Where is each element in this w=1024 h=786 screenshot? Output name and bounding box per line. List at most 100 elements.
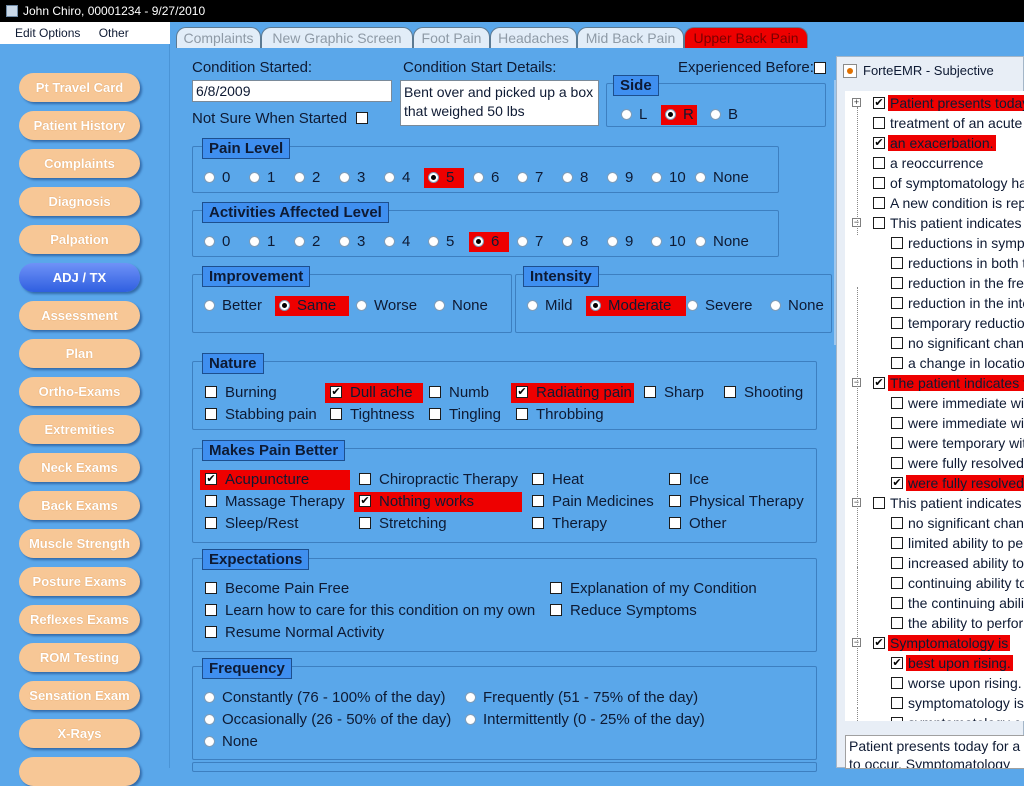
radio-circle[interactable] xyxy=(562,236,573,247)
tab-foot-pain[interactable]: Foot Pain xyxy=(413,27,490,49)
frequency-option-frequently-51-75-of-the-day[interactable]: Frequently (51 - 75% of the day) xyxy=(461,688,698,708)
expectations-option-explanation-of-my-condition[interactable]: Explanation of my Condition xyxy=(545,579,757,599)
checkbox[interactable] xyxy=(205,495,217,507)
improvement-option-same[interactable]: Same xyxy=(275,296,349,316)
nav-button-complaints[interactable]: Complaints xyxy=(19,149,140,178)
improvement-option-better[interactable]: Better xyxy=(200,296,262,316)
frequency-option-constantly-76-100-of-the-day[interactable]: Constantly (76 - 100% of the day) xyxy=(200,688,445,708)
intensity-option-mild[interactable]: Mild xyxy=(523,296,573,316)
tree-node[interactable]: reductions in symp xyxy=(891,233,1024,253)
tree-checkbox[interactable] xyxy=(891,517,903,529)
nav-button-adj-tx[interactable]: ADJ / TX xyxy=(19,263,140,292)
frequency-option-intermittently-0-25-of-the-day[interactable]: Intermittently (0 - 25% of the day) xyxy=(461,710,705,730)
nav-button-ortho-exams[interactable]: Ortho-Exams xyxy=(19,377,140,406)
tree-node[interactable]: reductions in both t xyxy=(891,253,1024,273)
checkbox[interactable] xyxy=(205,626,217,638)
makes-pain-better-option-sleep-rest[interactable]: Sleep/Rest xyxy=(200,514,298,534)
checkbox[interactable] xyxy=(532,495,544,507)
makes-pain-better-option-heat[interactable]: Heat xyxy=(527,470,584,490)
pain-level-option-8[interactable]: 8 xyxy=(558,168,588,188)
radio-circle[interactable] xyxy=(590,300,601,311)
tab-new-graphic-screen[interactable]: New Graphic Screen xyxy=(261,27,413,49)
nature-option-stabbing-pain[interactable]: Stabbing pain xyxy=(200,405,317,425)
tree-node[interactable]: continuing ability to xyxy=(891,573,1024,593)
nature-option-throbbing[interactable]: Throbbing xyxy=(511,405,604,425)
tree-checkbox[interactable] xyxy=(891,677,903,689)
tree-checkbox[interactable] xyxy=(891,277,903,289)
radio-circle[interactable] xyxy=(695,236,706,247)
tree-node[interactable]: the continuing abilit xyxy=(891,593,1024,613)
checkbox[interactable] xyxy=(669,517,681,529)
checkbox[interactable] xyxy=(644,386,656,398)
pain-level-option-9[interactable]: 9 xyxy=(603,168,633,188)
radio-circle[interactable] xyxy=(465,714,476,725)
radio-circle[interactable] xyxy=(204,736,215,747)
tree-checkbox[interactable] xyxy=(891,297,903,309)
tree-checkbox[interactable] xyxy=(891,317,903,329)
radio-circle[interactable] xyxy=(428,236,439,247)
pain-level-option-6[interactable]: 6 xyxy=(469,168,499,188)
checkbox[interactable] xyxy=(330,386,342,398)
radio-circle[interactable] xyxy=(687,300,698,311)
radio-circle[interactable] xyxy=(710,109,721,120)
nature-option-sharp[interactable]: Sharp xyxy=(639,383,704,403)
improvement-option-none[interactable]: None xyxy=(430,296,488,316)
nav-button-palpation[interactable]: Palpation xyxy=(19,225,140,254)
makes-pain-better-option-massage-therapy[interactable]: Massage Therapy xyxy=(200,492,345,512)
tree-node[interactable]: were immediate wi xyxy=(891,393,1024,413)
radio-circle[interactable] xyxy=(294,172,305,183)
tree-checkbox[interactable] xyxy=(873,637,885,649)
radio-circle[interactable] xyxy=(770,300,781,311)
tree-checkbox[interactable] xyxy=(891,537,903,549)
pain-level-option-7[interactable]: 7 xyxy=(513,168,543,188)
radio-circle[interactable] xyxy=(339,172,350,183)
tree-checkbox[interactable] xyxy=(891,577,903,589)
activities-affected-option-3[interactable]: 3 xyxy=(335,232,365,252)
radio-circle[interactable] xyxy=(294,236,305,247)
nature-option-numb[interactable]: Numb xyxy=(424,383,489,403)
nature-option-tingling[interactable]: Tingling xyxy=(424,405,501,425)
tree-checkbox[interactable] xyxy=(891,337,903,349)
checkbox[interactable] xyxy=(532,473,544,485)
radio-circle[interactable] xyxy=(607,172,618,183)
frequency-option-none[interactable]: None xyxy=(200,732,258,752)
tree-node[interactable]: no significant chan xyxy=(891,513,1024,533)
checkbox[interactable] xyxy=(669,495,681,507)
tree-node[interactable]: best upon rising. xyxy=(891,653,1013,673)
activities-affected-option-2[interactable]: 2 xyxy=(290,232,320,252)
tree-checkbox[interactable] xyxy=(891,397,903,409)
pain-level-option-none[interactable]: None xyxy=(691,168,749,188)
side-option-r[interactable]: R xyxy=(661,105,697,125)
nav-button-pt-travel-card[interactable]: Pt Travel Card xyxy=(19,73,140,102)
checkbox[interactable] xyxy=(330,408,342,420)
nav-button-x-rays[interactable]: X-Rays xyxy=(19,719,140,748)
expectations-option-reduce-symptoms[interactable]: Reduce Symptoms xyxy=(545,601,697,621)
tree-checkbox[interactable] xyxy=(891,597,903,609)
tree-node[interactable]: worse upon rising. xyxy=(891,673,1024,693)
intensity-option-none[interactable]: None xyxy=(766,296,824,316)
checkbox[interactable] xyxy=(205,517,217,529)
tree-checkbox[interactable] xyxy=(891,557,903,569)
radio-circle[interactable] xyxy=(204,172,215,183)
tree-checkbox[interactable] xyxy=(873,217,885,229)
radio-circle[interactable] xyxy=(249,172,260,183)
tree-node[interactable]: temporary reductio xyxy=(891,313,1024,333)
activities-affected-option-7[interactable]: 7 xyxy=(513,232,543,252)
tree-node[interactable]: reduction in the inte xyxy=(891,293,1024,313)
tree-node[interactable]: This patient indicates t xyxy=(873,213,1024,233)
nature-option-dull-ache[interactable]: Dull ache xyxy=(325,383,423,403)
tree-checkbox[interactable] xyxy=(873,97,885,109)
radio-circle[interactable] xyxy=(279,300,290,311)
expectations-option-become-pain-free[interactable]: Become Pain Free xyxy=(200,579,349,599)
nav-button-diagnosis[interactable]: Diagnosis xyxy=(19,187,140,216)
radio-circle[interactable] xyxy=(473,236,484,247)
nav-button-muscle-strength[interactable]: Muscle Strength xyxy=(19,529,140,558)
tree-node[interactable]: of symptomatology ha xyxy=(873,173,1024,193)
tree-node[interactable]: Symptomatology is xyxy=(873,633,1011,653)
tree-node[interactable]: limited ability to per xyxy=(891,533,1024,553)
tree-node[interactable]: were fully resolved xyxy=(891,473,1024,493)
radio-circle[interactable] xyxy=(665,109,676,120)
radio-circle[interactable] xyxy=(339,236,350,247)
tree-checkbox[interactable] xyxy=(873,497,885,509)
checkbox[interactable] xyxy=(205,386,217,398)
